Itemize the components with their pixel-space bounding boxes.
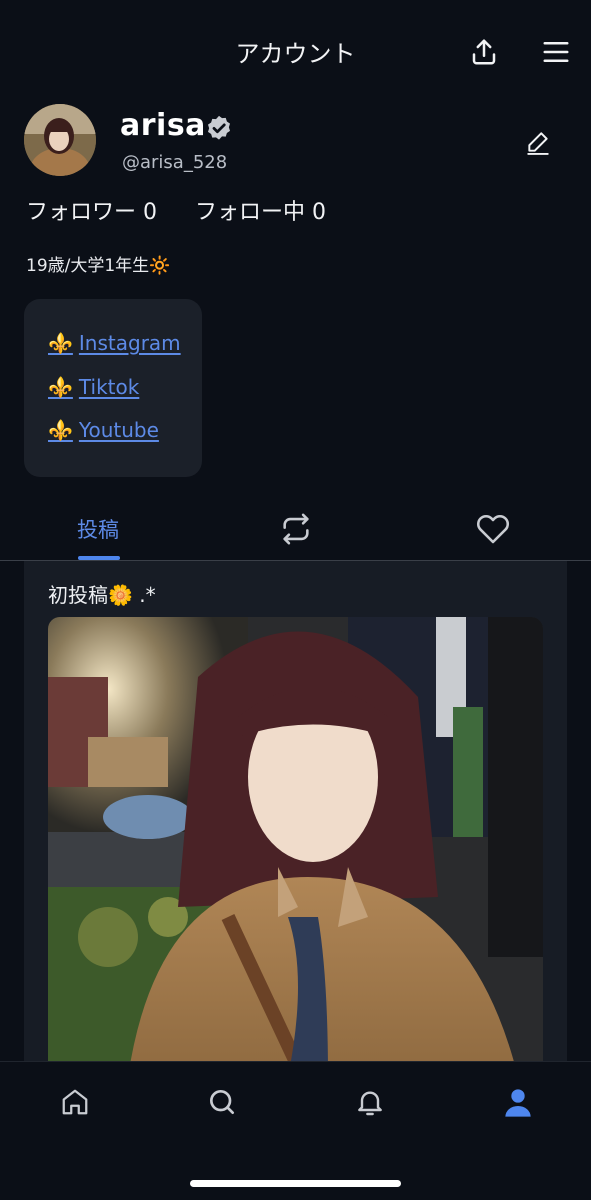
repost-icon — [283, 513, 309, 545]
account-screen: アカウント arisa @arisa_528 フォロワー 0 フォロー中 0 1… — [0, 0, 591, 1200]
links-card: ⚜️ Instagram ⚜️ Tiktok ⚜️ Youtube — [24, 299, 202, 477]
nav-search[interactable] — [202, 1082, 242, 1122]
post-photo[interactable] — [48, 617, 543, 1077]
followers-count[interactable]: フォロワー 0 — [26, 194, 157, 226]
nav-notifications[interactable] — [350, 1082, 390, 1122]
search-icon — [210, 1090, 234, 1114]
post-text: 初投稿🌼 .* — [48, 583, 156, 607]
link-label: Youtube — [78, 418, 159, 442]
follow-stats: フォロワー 0 フォロー中 0 — [26, 194, 326, 226]
post-card[interactable]: 初投稿🌼 .* — [24, 561, 567, 1077]
fleur-de-lis-icon: ⚜️ — [48, 331, 73, 355]
home-indicator — [190, 1180, 401, 1187]
link-tiktok[interactable]: ⚜️ Tiktok — [48, 375, 139, 399]
link-instagram[interactable]: ⚜️ Instagram — [48, 331, 181, 355]
menu-button[interactable] — [536, 32, 576, 72]
upload-icon — [472, 39, 496, 65]
heart-icon — [476, 514, 510, 544]
nav-profile[interactable] — [498, 1082, 538, 1122]
hamburger-menu-icon — [543, 42, 569, 62]
tab-posts[interactable]: 投稿 — [48, 500, 148, 558]
avatar-photo — [24, 104, 96, 176]
bio: 19歳/大学1年生🔆 — [26, 256, 171, 276]
nav-home[interactable] — [55, 1082, 95, 1122]
verified-badge-icon — [204, 114, 234, 144]
home-icon — [62, 1089, 88, 1115]
link-label: Tiktok — [78, 375, 140, 399]
fleur-de-lis-icon: ⚜️ — [48, 375, 73, 399]
bell-icon — [358, 1091, 382, 1116]
post-photo-illustration — [48, 617, 543, 1077]
tab-likes[interactable] — [463, 500, 523, 558]
user-icon — [505, 1089, 531, 1117]
share-button[interactable] — [464, 32, 504, 72]
link-label: Instagram — [78, 331, 181, 355]
avatar[interactable] — [24, 104, 96, 176]
following-count[interactable]: フォロー中 0 — [195, 194, 326, 226]
edit-profile-button[interactable] — [518, 122, 558, 162]
pencil-icon — [527, 132, 549, 155]
link-youtube[interactable]: ⚜️ Youtube — [48, 418, 159, 442]
username: @arisa_528 — [122, 152, 228, 173]
header: アカウント — [0, 0, 591, 100]
fleur-de-lis-icon: ⚜️ — [48, 418, 73, 442]
tab-reposts[interactable] — [266, 500, 326, 558]
display-name: arisa — [120, 108, 206, 143]
